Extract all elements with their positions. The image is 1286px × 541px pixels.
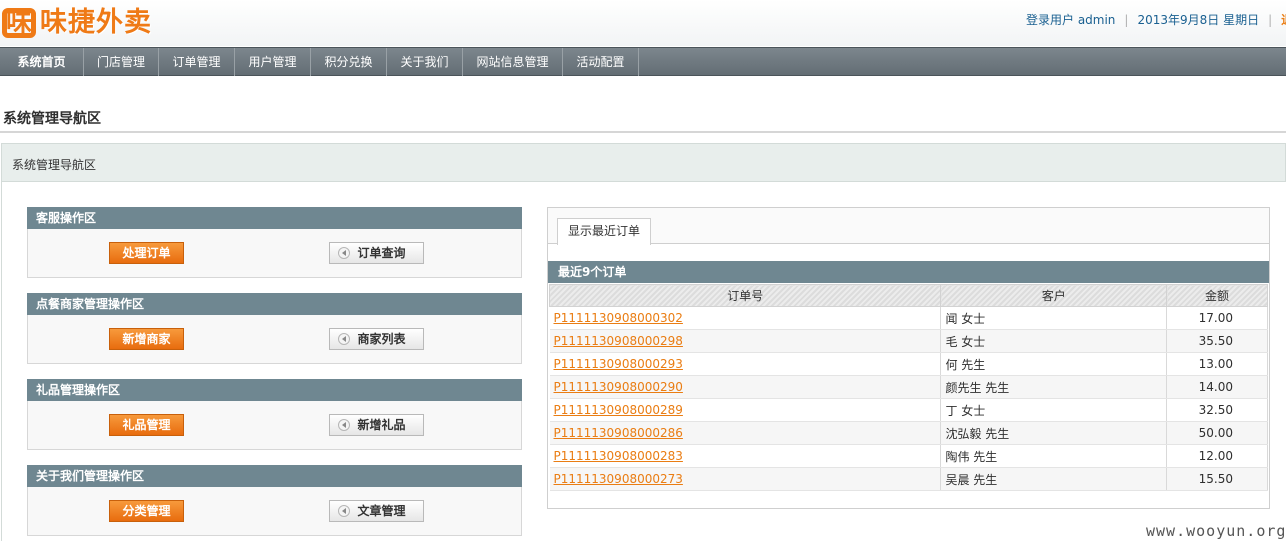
user-info: 登录用户 admin|2013年9月8日 星期日|退出: [1026, 11, 1286, 28]
current-date: 2013年9月8日 星期日: [1137, 13, 1260, 27]
order-id-link[interactable]: P1111130908000293: [549, 352, 942, 376]
table-row: P1111130908000298 毛 女士 35.50: [549, 329, 1268, 353]
page-title: 系统管理导航区: [3, 111, 101, 127]
order-id-link[interactable]: P1111130908000289: [549, 398, 942, 422]
customer-cell: 丁 女士: [940, 398, 1168, 422]
arrow-left-icon: [338, 419, 350, 431]
column-header-customer[interactable]: 客户: [940, 284, 1168, 307]
customer-cell: 陶伟 先生: [940, 444, 1168, 468]
section-gift-management: 礼品管理操作区 礼品管理 新增礼品: [27, 379, 522, 450]
logo-mark-icon: 味: [0, 4, 40, 42]
nav-item-activity[interactable]: 活动配置: [563, 48, 639, 76]
order-id-link[interactable]: P1111130908000290: [549, 375, 942, 399]
amount-cell: 15.50: [1166, 467, 1268, 491]
customer-cell: 闻 女士: [940, 306, 1168, 330]
table-row: P1111130908000289 丁 女士 32.50: [549, 398, 1268, 422]
customer-cell: 沈弘毅 先生: [940, 421, 1168, 445]
section-title: 客服操作区: [27, 207, 522, 229]
orders-grid-title: 最近9个订单: [548, 261, 1269, 283]
section-body: 新增商家 商家列表: [27, 315, 522, 364]
button-label: 订单查询: [357, 246, 406, 260]
section-body: 处理订单 订单查询: [27, 229, 522, 278]
logout-link[interactable]: 退出: [1281, 13, 1286, 27]
order-id-link[interactable]: P1111130908000286: [549, 421, 942, 445]
customer-cell: 何 先生: [940, 352, 1168, 376]
section-title: 点餐商家管理操作区: [27, 293, 522, 315]
nav-item-home[interactable]: 系统首页: [0, 48, 84, 76]
nav-item-site-info[interactable]: 网站信息管理: [463, 48, 563, 76]
button-label: 新增礼品: [357, 418, 406, 432]
amount-cell: 35.50: [1166, 329, 1268, 353]
header: 味 味捷外卖 登录用户 admin|2013年9月8日 星期日|退出: [0, 0, 1286, 46]
amount-cell: 50.00: [1166, 421, 1268, 445]
nav-item-about[interactable]: 关于我们: [387, 48, 463, 76]
add-gift-button[interactable]: 新增礼品: [329, 414, 424, 436]
login-user-label: 登录用户 admin: [1026, 13, 1116, 27]
section-customer-service: 客服操作区 处理订单 订单查询: [27, 207, 522, 278]
main-nav: 系统首页 门店管理 订单管理 用户管理 积分兑换 关于我们 网站信息管理 活动配…: [0, 47, 1286, 76]
amount-cell: 14.00: [1166, 375, 1268, 399]
process-orders-button[interactable]: 处理订单: [109, 242, 184, 264]
button-label: 文章管理: [357, 504, 406, 518]
table-row: P1111130908000302 闻 女士 17.00: [549, 306, 1268, 330]
order-id-link[interactable]: P1111130908000273: [549, 467, 942, 491]
recent-orders-panel: 显示最近订单 最近9个订单 订单号 客户 金额 P111113090800030…: [547, 207, 1270, 509]
breadcrumb-text: 系统管理导航区: [12, 158, 97, 172]
nav-item-points[interactable]: 积分兑换: [311, 48, 387, 76]
amount-cell: 12.00: [1166, 444, 1268, 468]
article-management-button[interactable]: 文章管理: [329, 500, 424, 522]
table-row: P1111130908000293 何 先生 13.00: [549, 352, 1268, 376]
category-management-button[interactable]: 分类管理: [109, 500, 184, 522]
table-row: P1111130908000290 颜先生 先生 14.00: [549, 375, 1268, 399]
logo-text: 味捷外卖: [40, 7, 152, 38]
order-search-button[interactable]: 订单查询: [329, 242, 424, 264]
table-row: P1111130908000283 陶伟 先生 12.00: [549, 444, 1268, 468]
customer-cell: 毛 女士: [940, 329, 1168, 353]
table-row: P1111130908000286 沈弘毅 先生 50.00: [549, 421, 1268, 445]
breadcrumb: 系统管理导航区: [1, 143, 1286, 182]
orders-table: 订单号 客户 金额 P1111130908000302 闻 女士 17.00 P…: [548, 284, 1268, 491]
section-body: 分类管理 文章管理: [27, 487, 522, 536]
logo-glyph: 味: [6, 8, 33, 38]
nav-item-stores[interactable]: 门店管理: [84, 48, 159, 76]
arrow-left-icon: [338, 505, 350, 517]
nav-item-users[interactable]: 用户管理: [235, 48, 311, 76]
column-header-order-id[interactable]: 订单号: [548, 284, 942, 307]
order-id-link[interactable]: P1111130908000283: [549, 444, 942, 468]
add-merchant-button[interactable]: 新增商家: [109, 328, 184, 350]
table-header-row: 订单号 客户 金额: [548, 284, 1268, 307]
amount-cell: 13.00: [1166, 352, 1268, 376]
section-title: 礼品管理操作区: [27, 379, 522, 401]
title-divider: [0, 131, 1286, 133]
merchant-list-button[interactable]: 商家列表: [329, 328, 424, 350]
tab-recent-orders[interactable]: 显示最近订单: [557, 218, 651, 245]
order-id-link[interactable]: P1111130908000302: [549, 306, 942, 330]
section-merchant-management: 点餐商家管理操作区 新增商家 商家列表: [27, 293, 522, 364]
amount-cell: 17.00: [1166, 306, 1268, 330]
customer-cell: 吴晨 先生: [940, 467, 1168, 491]
arrow-left-icon: [338, 247, 350, 259]
section-body: 礼品管理 新增礼品: [27, 401, 522, 450]
table-row: P1111130908000273 吴晨 先生 15.50: [549, 467, 1268, 491]
app-window: 味 味捷外卖 登录用户 admin|2013年9月8日 星期日|退出 系统首页 …: [0, 0, 1286, 541]
gift-management-button[interactable]: 礼品管理: [109, 414, 184, 436]
section-title: 关于我们管理操作区: [27, 465, 522, 487]
order-id-link[interactable]: P1111130908000298: [549, 329, 942, 353]
button-label: 商家列表: [357, 332, 406, 346]
customer-cell: 颜先生 先生: [940, 375, 1168, 399]
arrow-left-icon: [338, 333, 350, 345]
section-about-management: 关于我们管理操作区 分类管理 文章管理: [27, 465, 522, 536]
tab-strip: 显示最近订单: [548, 208, 1269, 245]
amount-cell: 32.50: [1166, 398, 1268, 422]
nav-item-orders[interactable]: 订单管理: [159, 48, 235, 76]
watermark: www.wooyun.org: [1146, 522, 1286, 540]
logo: 味 味捷外卖: [0, 2, 152, 44]
column-header-amount[interactable]: 金额: [1166, 284, 1268, 307]
